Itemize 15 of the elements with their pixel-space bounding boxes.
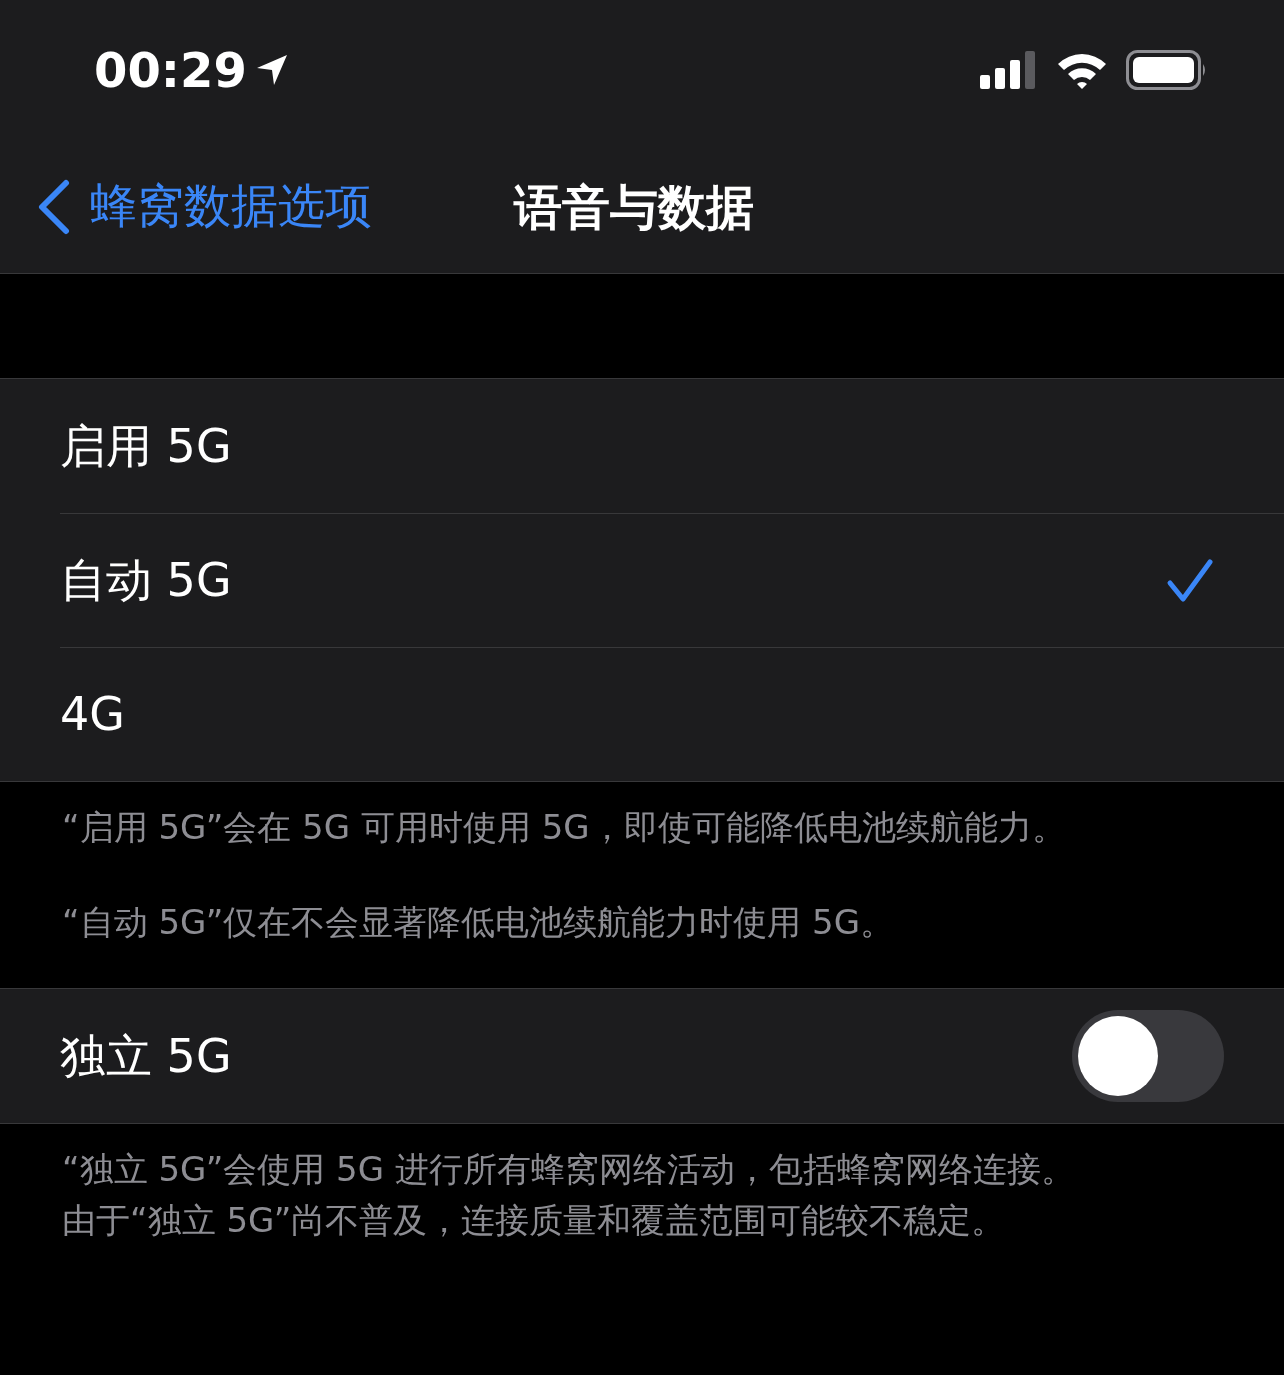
- option-row[interactable]: 启用 5G: [60, 379, 1284, 513]
- back-chevron-icon: [36, 178, 70, 235]
- battery-icon: [1126, 50, 1208, 90]
- wifi-icon: [1056, 51, 1108, 89]
- back-button[interactable]: 蜂窝数据选项: [0, 171, 372, 242]
- option-row[interactable]: 4G: [60, 647, 1284, 781]
- option-row[interactable]: 自动 5G: [60, 513, 1284, 647]
- footer-note: “自动 5G”仅在不会显著降低电池续航能力时使用 5G。: [62, 901, 896, 944]
- footer-note: “独立 5G”会使用 5G 进行所有蜂窝网络活动，包括蜂窝网络连接。: [62, 1148, 1076, 1191]
- page-title: 语音与数据: [514, 177, 754, 237]
- toggle-label: 独立 5G: [60, 1027, 232, 1085]
- signal-icon: [980, 51, 1038, 89]
- footer-note: 由于“独立 5G”尚不普及，连接质量和覆盖范围可能较不稳定。: [62, 1199, 1007, 1242]
- footer-note: “启用 5G”会在 5G 可用时使用 5G，即使可能降低电池续航能力。: [62, 806, 1067, 849]
- status-time: 00:29: [94, 41, 247, 100]
